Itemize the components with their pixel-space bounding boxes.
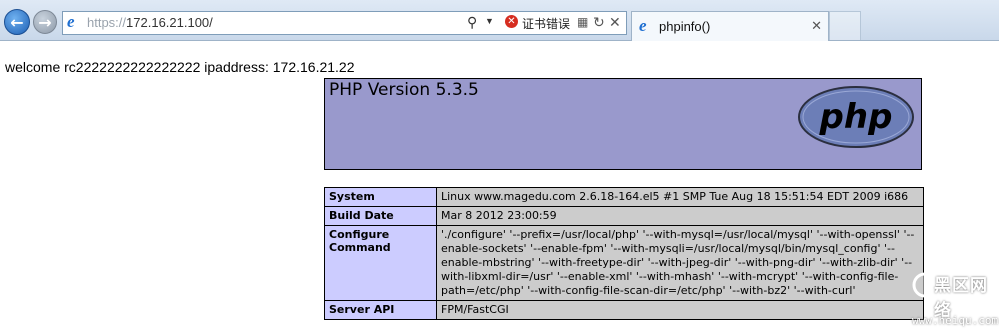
stop-icon[interactable]: ✕ — [609, 14, 621, 31]
php-version-title: PHP Version 5.3.5 — [329, 80, 479, 100]
address-host: 172.16.21.100/ — [126, 15, 213, 30]
back-button[interactable]: ← — [4, 9, 30, 35]
row-value-system: Linux www.magedu.com 2.6.18-164.el5 #1 S… — [436, 187, 924, 207]
refresh-icon[interactable]: ↻ — [593, 14, 605, 31]
row-value-server-api: FPM/FastCGI — [436, 300, 924, 320]
address-protocol: https:// — [87, 15, 127, 30]
chevron-down-icon[interactable]: ▼ — [485, 16, 494, 26]
address-bar[interactable]: e https://172.16.21.100/ ⚲ ▼ ✕ 证书错误 ▦ ↻ … — [62, 11, 627, 35]
row-value-build-date: Mar 8 2012 23:00:59 — [436, 206, 924, 226]
php-logo-text: php — [819, 97, 893, 137]
search-icon[interactable]: ⚲ — [467, 14, 477, 31]
table-row: Server API FPM/FastCGI — [324, 300, 924, 320]
compatibility-view-icon[interactable]: ▦ — [577, 15, 588, 29]
forward-button[interactable]: → — [33, 10, 57, 34]
tab-title: phpinfo() — [659, 19, 711, 34]
row-key-system: System — [324, 187, 437, 207]
watermark-url: www.heiqu.com — [912, 314, 999, 327]
certificate-error-icon[interactable]: ✕ — [505, 15, 518, 28]
table-row: Configure Command './configure' '--prefi… — [324, 225, 924, 301]
new-tab-button[interactable] — [829, 11, 861, 40]
certificate-error-label[interactable]: 证书错误 — [522, 15, 570, 32]
address-url[interactable]: https://172.16.21.100/ — [87, 15, 213, 30]
close-icon[interactable]: ✕ — [811, 18, 822, 34]
welcome-text: welcome rc2222222222222222 ipaddress: 17… — [5, 59, 355, 75]
row-key-configure-command: Configure Command — [324, 225, 437, 301]
row-value-configure-command: './configure' '--prefix=/usr/local/php' … — [436, 225, 924, 301]
row-key-build-date: Build Date — [324, 206, 437, 226]
back-arrow-icon: ← — [10, 12, 24, 32]
forward-arrow-icon: → — [38, 12, 52, 32]
row-key-server-api: Server API — [324, 300, 437, 320]
php-version-header: PHP Version 5.3.5 php — [324, 78, 922, 170]
tab-phpinfo[interactable]: e phpinfo() ✕ — [631, 11, 829, 41]
phpinfo-table: System Linux www.magedu.com 2.6.18-164.e… — [324, 187, 924, 320]
table-row: System Linux www.magedu.com 2.6.18-164.e… — [324, 187, 924, 207]
ie-logo-icon: e — [67, 12, 75, 31]
site-watermark: 黑区网络 www.heiqu.com — [912, 270, 999, 331]
browser-toolbar: ← → e https://172.16.21.100/ ⚲ ▼ ✕ 证书错误 … — [0, 0, 999, 41]
php-logo[interactable]: php — [797, 85, 915, 149]
tab-ie-icon: e — [639, 16, 647, 35]
table-row: Build Date Mar 8 2012 23:00:59 — [324, 206, 924, 226]
